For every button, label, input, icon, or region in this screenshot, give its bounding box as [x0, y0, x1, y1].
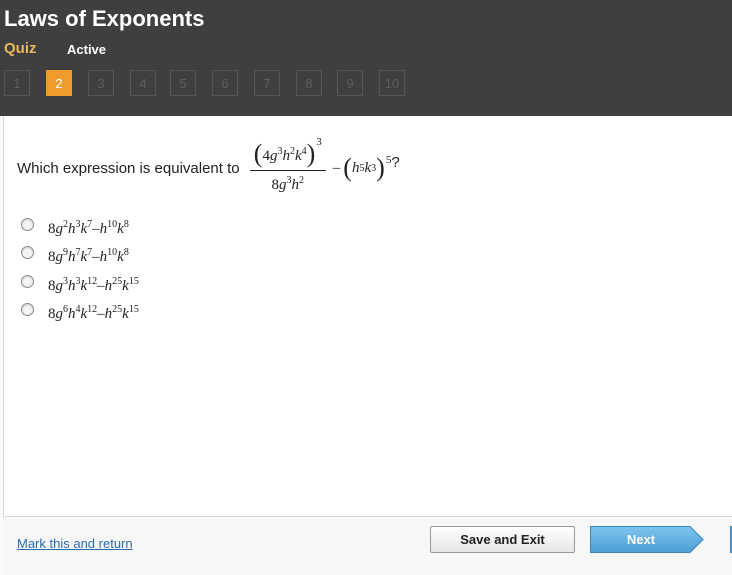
radio-button[interactable]	[21, 246, 34, 260]
answer-option[interactable]: 8g2h3k7–h10k8	[21, 214, 139, 243]
radio-button[interactable]	[21, 303, 34, 317]
fraction-denominator: 8g3h2	[271, 175, 305, 193]
option-expression: 8g6h4k12–h25k15	[48, 304, 139, 323]
step-1-button[interactable]: 1	[4, 70, 30, 96]
step-9-button[interactable]: 9	[337, 70, 363, 96]
answer-option[interactable]: 8g9h7k7–h10k8	[21, 243, 139, 272]
status-label: Active	[67, 42, 107, 57]
minus-sign: –	[332, 159, 341, 176]
option-expression: 8g2h3k7–h10k8	[48, 218, 129, 237]
save-and-exit-button[interactable]: Save and Exit	[430, 526, 575, 553]
step-4-button[interactable]: 4	[130, 70, 156, 96]
quiz-label: Quiz	[4, 40, 37, 57]
question-prompt: Which expression is equivalent to ( 4g3h…	[17, 136, 400, 198]
answer-option[interactable]: 8g3h3k12–h25k15	[21, 271, 139, 300]
answer-option[interactable]: 8g6h4k12–h25k15	[21, 300, 139, 329]
step-8-button[interactable]: 8	[296, 70, 322, 96]
step-5-button[interactable]: 5	[170, 70, 196, 96]
question-fraction: ( 4g3h2k4 ) 3 8g3h2	[249, 136, 326, 194]
option-expression: 8g9h7k7–h10k8	[48, 247, 129, 266]
mark-and-return-link[interactable]: Mark this and return	[17, 536, 133, 551]
answer-options: 8g2h3k7–h10k8 8g9h7k7–h10k8 8g3h3k12–h25…	[21, 214, 139, 328]
fraction-numerator: ( 4g3h2k4 ) 3	[249, 136, 326, 171]
step-6-button[interactable]: 6	[212, 70, 238, 96]
question-mark: ?	[391, 153, 400, 171]
radio-button[interactable]	[21, 217, 34, 231]
question-panel: Which expression is equivalent to ( 4g3h…	[3, 116, 732, 516]
next-button[interactable]: Next	[590, 526, 704, 553]
next-label: Next	[626, 532, 656, 547]
radio-button[interactable]	[21, 274, 34, 288]
step-2-button[interactable]: 2	[46, 70, 72, 96]
step-10-button[interactable]: 10	[379, 70, 405, 96]
page-title: Laws of Exponents	[4, 6, 205, 31]
footer-bar: Mark this and return Save and Exit Next	[3, 516, 732, 575]
question-tail-term: ( h5k3 ) 5	[343, 153, 392, 182]
step-7-button[interactable]: 7	[254, 70, 280, 96]
step-3-button[interactable]: 3	[88, 70, 114, 96]
question-text: Which expression is equivalent to	[17, 159, 244, 177]
app-header: Laws of Exponents Quiz Active 1 2 3 4 5 …	[0, 0, 732, 116]
option-expression: 8g3h3k12–h25k15	[48, 275, 139, 294]
